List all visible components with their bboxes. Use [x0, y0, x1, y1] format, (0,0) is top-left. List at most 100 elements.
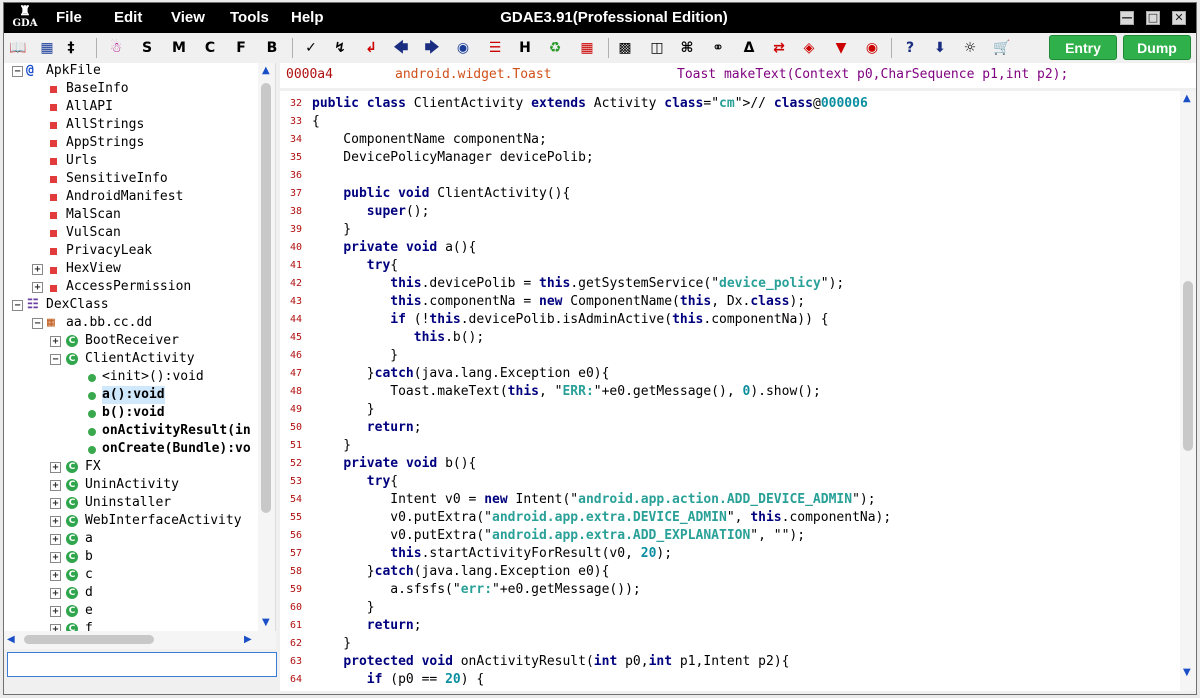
dx-icon[interactable]: Δ — [739, 38, 759, 58]
color-grid-icon[interactable]: ▦ — [577, 38, 597, 58]
open-book-icon[interactable]: 📖 — [8, 38, 28, 58]
classes-button[interactable]: C — [200, 38, 220, 58]
scroll-right-icon[interactable]: ▶ — [244, 634, 252, 645]
menu-edit[interactable]: Edit — [114, 9, 142, 26]
check-icon[interactable]: ✓ — [301, 38, 321, 58]
xref-icon[interactable]: ↯ — [330, 38, 350, 58]
tree-method-b[interactable]: b():void — [102, 404, 165, 422]
spy-icon[interactable]: ☼ — [960, 38, 980, 58]
tree-class-clientactivity[interactable]: ClientActivity — [85, 350, 195, 368]
collapse-icon[interactable]: − — [12, 300, 23, 311]
tree-item-malscan[interactable]: MalScan — [66, 206, 121, 224]
header-button[interactable]: H — [515, 38, 535, 58]
forward-arrow-icon[interactable]: 🡆 — [422, 38, 442, 58]
tree-item-androidmanifest[interactable]: AndroidManifest — [66, 188, 183, 206]
tree-class-fx[interactable]: FX — [85, 458, 101, 476]
tool-icon[interactable]: ‡ — [61, 38, 81, 58]
strings-button[interactable]: S — [137, 38, 157, 58]
tree-class-d[interactable]: d — [85, 584, 93, 602]
diamond-icon[interactable]: ◈ — [799, 38, 819, 58]
tree-class-f[interactable]: f — [85, 620, 93, 631]
scroll-up-icon[interactable]: ▲ — [1183, 93, 1191, 104]
tree-item-privacyleak[interactable]: PrivacyLeak — [66, 242, 152, 260]
expand-icon[interactable]: + — [50, 480, 61, 491]
tree-method-oncreate[interactable]: onCreate(Bundle):vo — [102, 440, 251, 458]
expand-icon[interactable]: + — [50, 336, 61, 347]
cart-icon[interactable]: 🛒 — [992, 38, 1012, 58]
code-vertical-scrollbar[interactable]: ▲ ▼ — [1180, 91, 1196, 691]
scroll-left-icon[interactable]: ◀ — [7, 634, 15, 645]
tree-item-allapi[interactable]: AllAPI — [66, 98, 113, 116]
tree-class-webinterfaceactivity[interactable]: WebInterfaceActivity — [85, 512, 242, 530]
scroll-up-icon[interactable]: ▲ — [262, 65, 270, 76]
download-icon[interactable]: ⬇ — [930, 38, 950, 58]
download-red-icon[interactable]: ▼ — [831, 38, 851, 58]
tree-item-hexview[interactable]: HexView — [66, 260, 121, 278]
tree-item-appstrings[interactable]: AppStrings — [66, 134, 144, 152]
bookmarks-button[interactable]: B — [262, 38, 282, 58]
save-icon[interactable]: ▦ — [37, 38, 57, 58]
menu-view[interactable]: View — [171, 9, 205, 26]
xml-icon[interactable]: ▩ — [615, 38, 635, 58]
tree-scroll-thumb[interactable] — [261, 83, 271, 513]
tree-item-vulscan[interactable]: VulScan — [66, 224, 121, 242]
android-tree-icon[interactable]: ☃ — [106, 38, 126, 58]
fields-button[interactable]: F — [231, 38, 251, 58]
menu-file[interactable]: File — [56, 9, 82, 26]
maximize-icon[interactable]: □ — [1146, 11, 1160, 25]
code-scroll-thumb[interactable] — [1183, 281, 1193, 451]
link-icon[interactable]: ⚭ — [708, 38, 728, 58]
tree-item-sensitiveinfo[interactable]: SensitiveInfo — [66, 170, 168, 188]
collapse-icon[interactable]: − — [32, 318, 43, 329]
expand-icon[interactable]: + — [50, 606, 61, 617]
tree-class-c[interactable]: c — [85, 566, 93, 584]
android-icon[interactable]: ◫ — [647, 38, 667, 58]
back-arrow-icon[interactable]: 🡄 — [391, 38, 411, 58]
expand-icon[interactable]: + — [50, 498, 61, 509]
tree-class-bootreceiver[interactable]: BootReceiver — [85, 332, 179, 350]
tree-class-a[interactable]: a — [85, 530, 93, 548]
tree-root-apkfile[interactable]: ApkFile — [46, 63, 101, 80]
tree-item-package[interactable]: aa.bb.cc.dd — [66, 314, 152, 332]
swap-icon[interactable]: ⇄ — [769, 38, 789, 58]
tree-class-e[interactable]: e — [85, 602, 93, 620]
fingerprint-icon[interactable]: ◉ — [862, 38, 882, 58]
jump-icon[interactable]: ↲ — [361, 38, 381, 58]
entry-button[interactable]: Entry — [1049, 35, 1117, 60]
tree-item-allstrings[interactable]: AllStrings — [66, 116, 144, 134]
methods-button[interactable]: M — [169, 38, 189, 58]
tree-method-onactivityresult[interactable]: onActivityResult(in — [102, 422, 251, 440]
tree-horizontal-scrollbar[interactable]: ◀ ▶ — [4, 631, 276, 649]
tree-item-dexclass[interactable]: DexClass — [46, 296, 109, 314]
tree-search-field[interactable] — [8, 653, 276, 676]
tree-search-input[interactable] — [7, 652, 277, 677]
menu-help[interactable]: Help — [291, 9, 324, 26]
scroll-down-icon[interactable]: ▼ — [262, 617, 270, 628]
expand-icon[interactable]: + — [32, 282, 43, 293]
command-icon[interactable]: ⌘ — [677, 38, 697, 58]
tree-class-uninstaller[interactable]: Uninstaller — [85, 494, 171, 512]
tree-method-init[interactable]: <init>():void — [102, 368, 204, 386]
minimize-icon[interactable]: — — [1120, 11, 1134, 25]
expand-icon[interactable]: + — [50, 552, 61, 563]
close-icon[interactable]: ✕ — [1172, 11, 1186, 25]
tree-class-uninactivity[interactable]: UninActivity — [85, 476, 179, 494]
tree-class-b[interactable]: b — [85, 548, 93, 566]
tree-item-accesspermission[interactable]: AccessPermission — [66, 278, 191, 296]
tree-item-baseinfo[interactable]: BaseInfo — [66, 80, 129, 98]
expand-icon[interactable]: + — [50, 534, 61, 545]
tree-vertical-scrollbar[interactable]: ▲ ▼ — [258, 63, 275, 631]
expand-icon[interactable]: + — [32, 264, 43, 275]
collapse-icon[interactable]: − — [12, 66, 23, 77]
expand-icon[interactable]: + — [50, 570, 61, 581]
scroll-down-icon[interactable]: ▼ — [1183, 667, 1191, 678]
code-view[interactable]: 32 public class ClientActivity extends Ac… — [280, 91, 1196, 691]
expand-icon[interactable]: + — [50, 588, 61, 599]
search-code-icon[interactable]: ☰ — [485, 38, 505, 58]
help-button[interactable]: ? — [900, 38, 920, 58]
tree-item-urls[interactable]: Urls — [66, 152, 97, 170]
dump-button[interactable]: Dump — [1123, 35, 1191, 60]
gamepad-icon[interactable]: ◉ — [453, 38, 473, 58]
graph-icon[interactable]: ♻ — [545, 38, 565, 58]
collapse-icon[interactable]: − — [50, 354, 61, 365]
